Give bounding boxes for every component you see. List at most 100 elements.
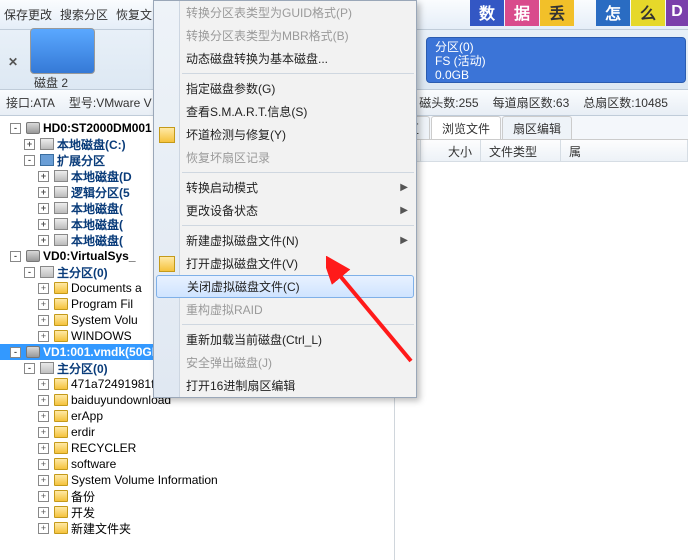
menu-separator <box>182 73 414 74</box>
right-panel: 区 浏览文件 扇区编辑 ▷ 大小 文件类型 属 <box>395 116 688 560</box>
menu-item[interactable]: 转换启动模式▶ <box>154 176 416 199</box>
hdd-icon <box>26 250 40 262</box>
tree-node[interactable]: + erApp <box>0 408 394 424</box>
tab-browse[interactable]: 浏览文件 <box>431 116 501 139</box>
tree-toggle-icon[interactable]: + <box>24 139 35 150</box>
menu-item[interactable]: 新建虚拟磁盘文件(N)▶ <box>154 229 416 252</box>
tree-toggle-icon[interactable]: + <box>38 331 49 342</box>
tab-sector[interactable]: 扇区编辑 <box>502 116 572 139</box>
tree-toggle-icon[interactable]: + <box>38 187 49 198</box>
menu-label: 坏道检测与修复(Y) <box>186 126 286 143</box>
tree-node[interactable]: + erdir <box>0 424 394 440</box>
menu-label: 动态磁盘转换为基本磁盘... <box>186 50 328 67</box>
col-size[interactable]: 大小 <box>421 140 481 161</box>
tree-label: erdir <box>71 425 95 439</box>
tree-toggle-icon[interactable]: + <box>38 523 49 534</box>
menu-item[interactable]: 更改设备状态 ▶ <box>154 199 416 222</box>
menu-label: 重新加载当前磁盘(Ctrl_L) <box>186 331 322 348</box>
tree-label: VD0:VirtualSys_ <box>43 249 136 263</box>
submenu-arrow-icon: ▶ <box>400 182 408 193</box>
menu-label: 安全弹出磁盘(J) <box>186 354 272 371</box>
menu-label: 重构虚拟RAID <box>186 301 263 318</box>
tree-label: Program Fil <box>71 297 133 311</box>
menu-item[interactable]: 动态磁盘转换为基本磁盘... <box>154 47 416 70</box>
col-attr[interactable]: 属 <box>561 140 688 161</box>
menu-item[interactable]: 查看S.M.A.R.T.信息(S) <box>154 100 416 123</box>
tree-toggle-icon[interactable]: + <box>38 219 49 230</box>
ext-icon <box>40 154 54 166</box>
tree-label: RECYCLER <box>71 441 136 455</box>
tree-label: erApp <box>71 409 103 423</box>
menu-item[interactable]: 指定磁盘参数(G) <box>154 77 416 100</box>
tree-label: VD1:001.vmdk(50GB) <box>43 345 164 359</box>
disk-context-menu[interactable]: 转换分区表类型为GUID格式(P)转换分区表类型为MBR格式(B)动态磁盘转换为… <box>153 0 417 398</box>
tree-label: 本地磁盘( <box>71 216 123 233</box>
tree-toggle-icon[interactable]: + <box>38 283 49 294</box>
fold-icon <box>54 474 68 486</box>
tree-toggle-icon[interactable]: - <box>10 347 21 358</box>
tree-label: System Volume Information <box>71 473 218 487</box>
tree-label: software <box>71 457 116 471</box>
btn-save[interactable]: 保存更改 <box>4 6 52 23</box>
tree-toggle-icon[interactable]: - <box>10 123 21 134</box>
menu-item[interactable]: 坏道检测与修复(Y) <box>154 123 416 146</box>
tree-node[interactable]: + System Volume Information <box>0 472 394 488</box>
tree-toggle-icon[interactable]: - <box>24 267 35 278</box>
tree-toggle-icon[interactable]: + <box>38 395 49 406</box>
menu-item: 恢复坏扇区记录 <box>154 146 416 169</box>
menu-label: 打开16进制扇区编辑 <box>186 377 295 394</box>
tree-toggle-icon[interactable]: + <box>38 379 49 390</box>
col-type[interactable]: 文件类型 <box>481 140 561 161</box>
tree-toggle-icon[interactable]: + <box>38 235 49 246</box>
partition-summary[interactable]: 分区(0) FS (活动) 0.0GB <box>426 37 686 83</box>
banner-char: 数 <box>470 0 504 26</box>
menu-item[interactable]: 打开16进制扇区编辑 <box>154 374 416 397</box>
fold-icon <box>54 442 68 454</box>
tree-toggle-icon[interactable]: - <box>10 251 21 262</box>
tree-toggle-icon[interactable]: + <box>38 491 49 502</box>
menu-label: 更改设备状态 <box>186 202 258 219</box>
tree-node[interactable]: + 新建文件夹 <box>0 520 394 536</box>
tree-label: 本地磁盘(C:) <box>57 136 126 153</box>
drv-icon <box>54 186 68 198</box>
tree-toggle-icon[interactable]: + <box>38 315 49 326</box>
menu-label: 转换分区表类型为GUID格式(P) <box>186 4 352 21</box>
tree-toggle-icon[interactable]: + <box>38 299 49 310</box>
partition-line: 0.0GB <box>435 68 677 82</box>
btn-restore[interactable]: 恢复文 <box>116 6 152 23</box>
tree-toggle-icon[interactable]: + <box>38 171 49 182</box>
tree-toggle-icon[interactable]: + <box>38 475 49 486</box>
tree-label: System Volu <box>71 313 138 327</box>
fold-icon <box>54 378 68 390</box>
tree-toggle-icon[interactable]: - <box>24 155 35 166</box>
menu-label: 新建虚拟磁盘文件(N) <box>186 232 299 249</box>
tree-toggle-icon[interactable]: + <box>38 507 49 518</box>
tree-node[interactable]: + software <box>0 456 394 472</box>
submenu-arrow-icon: ▶ <box>400 205 408 216</box>
disk-volume-icon[interactable] <box>30 28 95 74</box>
tree-toggle-icon[interactable]: + <box>38 459 49 470</box>
tree-toggle-icon[interactable]: - <box>24 363 35 374</box>
tree-label: 新建文件夹 <box>71 520 131 537</box>
tree-toggle-icon[interactable]: + <box>38 443 49 454</box>
menu-item[interactable]: 重新加载当前磁盘(Ctrl_L) <box>154 328 416 351</box>
banner-char: D <box>666 0 688 26</box>
banner-char: 怎 <box>596 0 630 26</box>
menu-icon <box>159 127 175 143</box>
tree-toggle-icon[interactable]: + <box>38 203 49 214</box>
partition-line: FS (活动) <box>435 54 677 68</box>
tree-label: HD0:ST2000DM001 <box>43 121 152 135</box>
menu-label: 关闭虚拟磁盘文件(C) <box>187 278 300 295</box>
tree-node[interactable]: + 开发 <box>0 504 394 520</box>
tree-node[interactable]: + RECYCLER <box>0 440 394 456</box>
tabs: 区 浏览文件 扇区编辑 <box>395 116 688 140</box>
tree-toggle-icon[interactable]: + <box>38 427 49 438</box>
btn-search[interactable]: 搜索分区 <box>60 6 108 23</box>
menu-item[interactable]: 打开虚拟磁盘文件(V) <box>154 252 416 275</box>
close-icon[interactable]: ✕ <box>8 55 18 65</box>
tree-toggle-icon[interactable]: + <box>38 411 49 422</box>
tree-label: 开发 <box>71 504 95 521</box>
menu-item[interactable]: 关闭虚拟磁盘文件(C) <box>156 275 414 298</box>
disk-label: 磁盘 2 <box>34 74 99 91</box>
tree-node[interactable]: +备份 <box>0 488 394 504</box>
